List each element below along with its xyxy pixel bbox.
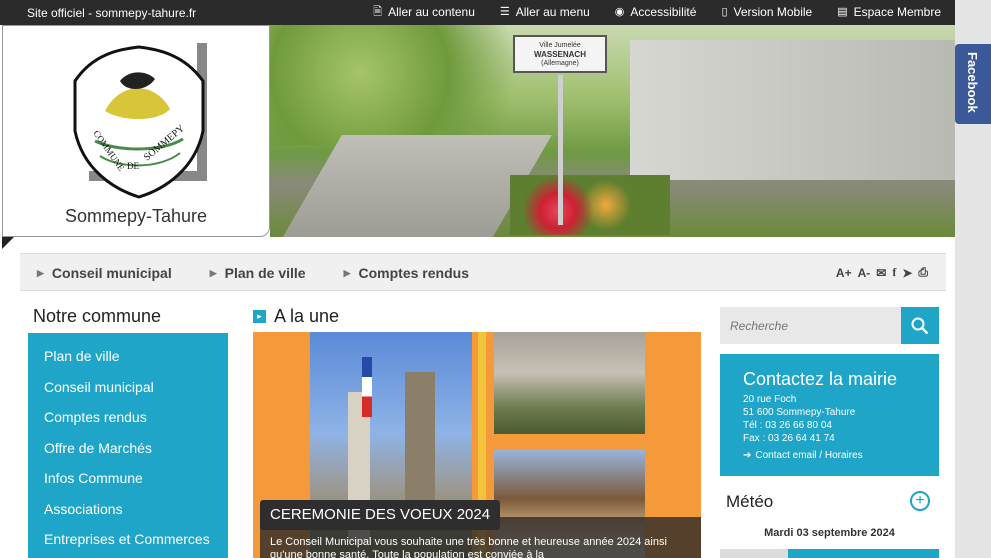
contact-address-2: 51 600 Sommepy-Tahure xyxy=(743,407,856,418)
featured-news[interactable]: CEREMONIE DES VOEUX 2024 Le Conseil Muni… xyxy=(253,332,701,558)
search-box xyxy=(720,307,939,344)
sign-line-3: (Allemagne) xyxy=(541,60,579,67)
search-button[interactable] xyxy=(901,307,939,344)
hero-banner: Ville Jumelée WASSENACH (Allemagne) xyxy=(270,25,955,237)
mobile-version-link[interactable]: ▯ Version Mobile xyxy=(721,5,812,19)
arrow-right-icon: ➔ xyxy=(743,450,752,461)
contact-title: Contactez la mairie xyxy=(743,369,898,389)
nav-item-label: Comptes rendus xyxy=(358,265,469,281)
print-icon[interactable]: ⎙ xyxy=(918,265,928,280)
facebook-icon[interactable]: f xyxy=(892,265,896,280)
sign-line-2: WASSENACH xyxy=(533,50,586,59)
left-menu-item-comptes-rendus[interactable]: Comptes rendus xyxy=(44,409,147,425)
search-icon xyxy=(911,317,929,334)
contact-address-1: 20 rue Foch xyxy=(743,394,797,405)
font-increase-button[interactable]: A+ xyxy=(836,266,852,280)
logo-corner-fold xyxy=(2,237,14,249)
photo-ceremony xyxy=(494,332,645,434)
left-heading: Notre commune xyxy=(33,306,162,326)
nav-item-plan-de-ville[interactable]: ▶ Plan de ville xyxy=(210,265,306,281)
mobile-icon: ▯ xyxy=(721,6,728,18)
weather-tab-1[interactable] xyxy=(720,549,788,558)
main-nav: ▶ Conseil municipal ▶ Plan de ville ▶ Co… xyxy=(20,253,946,291)
facebook-label: Facebook xyxy=(965,52,980,113)
accessibility-link[interactable]: ◉ Accessibilité xyxy=(615,5,697,19)
contact-link[interactable]: ➔ Contact email / Horaires xyxy=(743,450,863,461)
featured-heading-label: A la une xyxy=(274,306,340,326)
contact-fax: Fax : 03 26 64 41 74 xyxy=(743,433,835,444)
contact-box: Contactez la mairie 20 rue Foch 51 600 S… xyxy=(720,354,939,476)
caret-right-icon: ▶ xyxy=(37,267,44,278)
plus-circle-icon[interactable]: + xyxy=(910,491,930,511)
top-links: 🗎 Aller au contenu ☰ Aller au menu ◉ Acc… xyxy=(373,5,941,19)
left-menu-item-conseil-municipal[interactable]: Conseil municipal xyxy=(44,379,154,395)
hero-wall xyxy=(630,40,955,180)
weather-date: Mardi 03 septembre 2024 xyxy=(764,527,895,539)
skip-to-menu-label: Aller au menu xyxy=(515,5,590,19)
nav-item-conseil-municipal[interactable]: ▶ Conseil municipal xyxy=(37,265,172,281)
weather-heading: Météo xyxy=(726,492,774,511)
document-icon: 🗎 xyxy=(373,6,383,18)
accessibility-label: Accessibilité xyxy=(630,5,697,19)
left-menu: Plan de ville Conseil municipal Comptes … xyxy=(28,333,228,558)
weather-tab-2[interactable] xyxy=(788,549,939,558)
left-menu-item-plan-de-ville[interactable]: Plan de ville xyxy=(44,348,120,364)
facebook-tab[interactable]: Facebook xyxy=(955,44,991,124)
mobile-version-label: Version Mobile xyxy=(733,5,813,19)
nav-item-label: Plan de ville xyxy=(224,265,306,281)
left-menu-item-infos-commune[interactable]: Infos Commune xyxy=(44,470,143,486)
search-input[interactable] xyxy=(720,307,901,344)
skip-to-menu-link[interactable]: ☰ Aller au menu xyxy=(500,5,590,19)
twin-town-sign: Ville Jumelée WASSENACH (Allemagne) xyxy=(513,35,607,73)
eye-icon: ◉ xyxy=(614,6,625,18)
menu-list-icon: ☰ xyxy=(499,6,510,18)
member-card-icon: ▤ xyxy=(837,6,848,18)
left-menu-item-offre-de-marches[interactable]: Offre de Marchés xyxy=(44,440,152,456)
font-decrease-button[interactable]: A- xyxy=(858,266,871,280)
town-emblem-icon: COMMUNE DE SOMMEPY xyxy=(73,43,207,199)
featured-heading: ▸ A la une xyxy=(253,306,339,327)
nav-item-label: Conseil municipal xyxy=(51,265,172,281)
town-name: Sommepy-Tahure xyxy=(64,206,208,226)
contact-link-label: Contact email / Horaires xyxy=(755,450,863,461)
play-square-icon: ▸ xyxy=(253,310,266,323)
twitter-icon[interactable]: ➤ xyxy=(902,266,912,280)
skip-to-content-link[interactable]: 🗎 Aller au contenu xyxy=(373,5,475,19)
contact-tel: Tél : 03 26 66 80 04 xyxy=(743,420,832,431)
member-area-label: Espace Membre xyxy=(853,5,941,19)
hero-sign-pole xyxy=(558,75,563,225)
logo-card[interactable]: COMMUNE DE SOMMEPY Sommepy-Tahure xyxy=(2,25,270,237)
french-flag xyxy=(362,357,372,417)
sign-line-1: Ville Jumelée xyxy=(539,42,581,49)
left-menu-item-associations[interactable]: Associations xyxy=(44,501,123,517)
page-tools: A+ A- ✉ f ➤ ⎙ xyxy=(836,265,928,280)
site-label: Site officiel - sommepy-tahure.fr xyxy=(27,6,197,20)
top-bar: Site officiel - sommepy-tahure.fr 🗎 Alle… xyxy=(0,0,955,25)
hero-flowers xyxy=(510,175,670,235)
member-area-link[interactable]: ▤ Espace Membre xyxy=(837,5,941,19)
mail-icon[interactable]: ✉ xyxy=(876,266,886,280)
caret-right-icon: ▶ xyxy=(209,267,217,278)
caret-right-icon: ▶ xyxy=(343,267,351,278)
featured-caption[interactable]: CEREMONIE DES VOEUX 2024 xyxy=(260,500,501,530)
nav-item-comptes-rendus[interactable]: ▶ Comptes rendus xyxy=(344,265,469,281)
featured-text: Le Conseil Municipal vous souhaite une t… xyxy=(270,536,667,558)
left-menu-item-entreprises[interactable]: Entreprises et Commerces xyxy=(44,531,210,547)
skip-to-content-label: Aller au contenu xyxy=(388,5,475,19)
svg-text:DE: DE xyxy=(127,161,139,171)
